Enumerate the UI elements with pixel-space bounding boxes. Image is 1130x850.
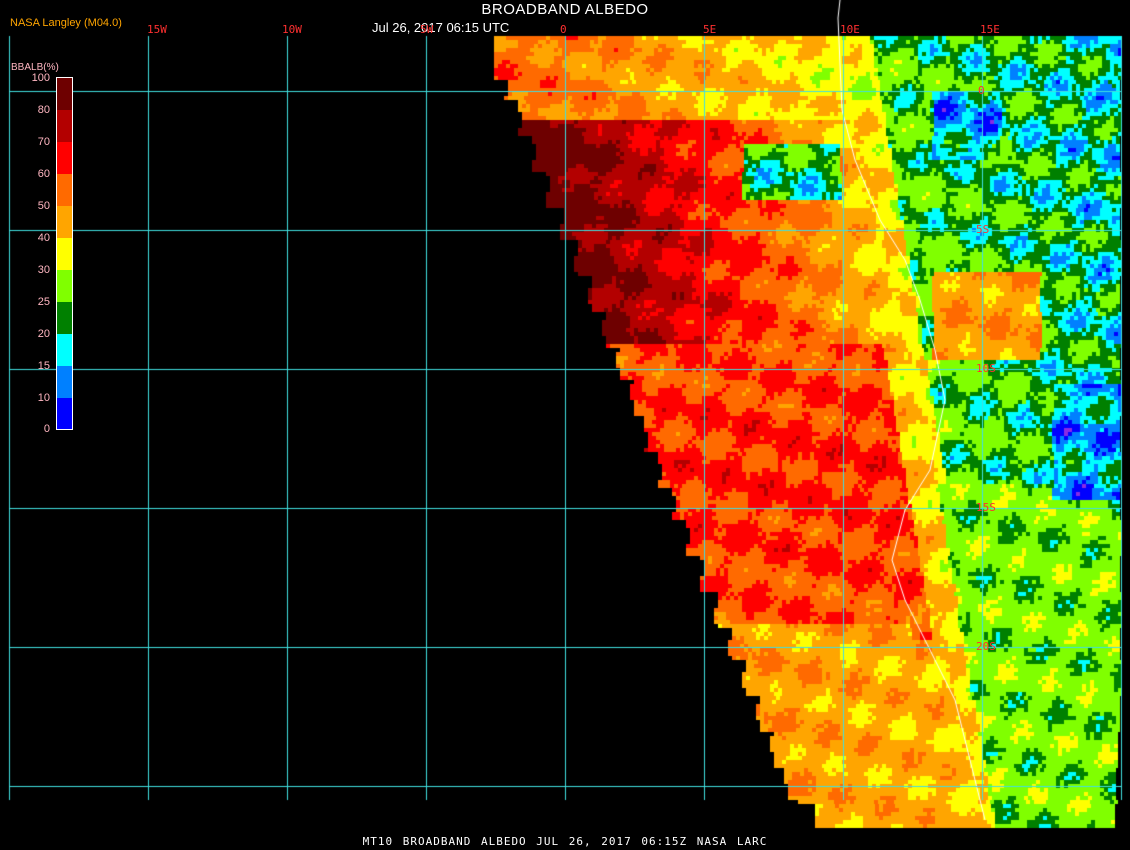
legend-swatch bbox=[57, 206, 72, 238]
legend-swatch bbox=[57, 238, 72, 270]
legend-colorbar bbox=[56, 77, 73, 430]
latitude-label: 15S bbox=[976, 501, 996, 514]
legend-tick-label: 30 bbox=[14, 264, 50, 276]
legend-swatch bbox=[57, 302, 72, 334]
albedo-map bbox=[0, 0, 1130, 850]
legend-tick-label: 20 bbox=[14, 328, 50, 340]
legend-tick-label: 50 bbox=[14, 200, 50, 212]
legend-tick-label: 70 bbox=[14, 136, 50, 148]
legend-tick-label: 60 bbox=[14, 168, 50, 180]
map-title: BROADBAND ALBEDO bbox=[0, 1, 1130, 18]
footer-caption: MT10 BROADBAND ALBEDO JUL 26, 2017 06:15… bbox=[0, 835, 1130, 848]
legend-tick-label: 10 bbox=[14, 392, 50, 404]
latitude-label: 10S bbox=[976, 362, 996, 375]
longitude-label: 15W bbox=[147, 23, 167, 36]
longitude-label: 10E bbox=[840, 23, 860, 36]
legend-tick-label: 40 bbox=[14, 232, 50, 244]
legend-tick-label: 80 bbox=[14, 104, 50, 116]
legend-swatch bbox=[57, 366, 72, 398]
legend-swatch bbox=[57, 398, 72, 430]
map-timestamp: Jul 26, 2017 06:15 UTC bbox=[372, 20, 509, 35]
longitude-label: 5W bbox=[420, 23, 433, 36]
latitude-label: 5S bbox=[976, 223, 989, 236]
legend-swatch bbox=[57, 110, 72, 142]
legend-tick-label: 100 bbox=[14, 72, 50, 84]
legend-swatch bbox=[57, 174, 72, 206]
longitude-label: 5E bbox=[703, 23, 716, 36]
longitude-label: 0 bbox=[560, 23, 567, 36]
legend-swatch bbox=[57, 270, 72, 302]
longitude-label: 10W bbox=[282, 23, 302, 36]
longitude-label: 15E bbox=[980, 23, 1000, 36]
latitude-label: 0 bbox=[978, 84, 985, 97]
credit-label: NASA Langley (M04.0) bbox=[10, 17, 122, 29]
latitude-label: 20S bbox=[976, 640, 996, 653]
legend-tick-label: 0 bbox=[14, 423, 50, 435]
legend-swatch bbox=[57, 334, 72, 366]
legend-tick-label: 25 bbox=[14, 296, 50, 308]
legend-tick-label: 15 bbox=[14, 360, 50, 372]
legend-swatch bbox=[57, 78, 72, 110]
legend-swatch bbox=[57, 142, 72, 174]
